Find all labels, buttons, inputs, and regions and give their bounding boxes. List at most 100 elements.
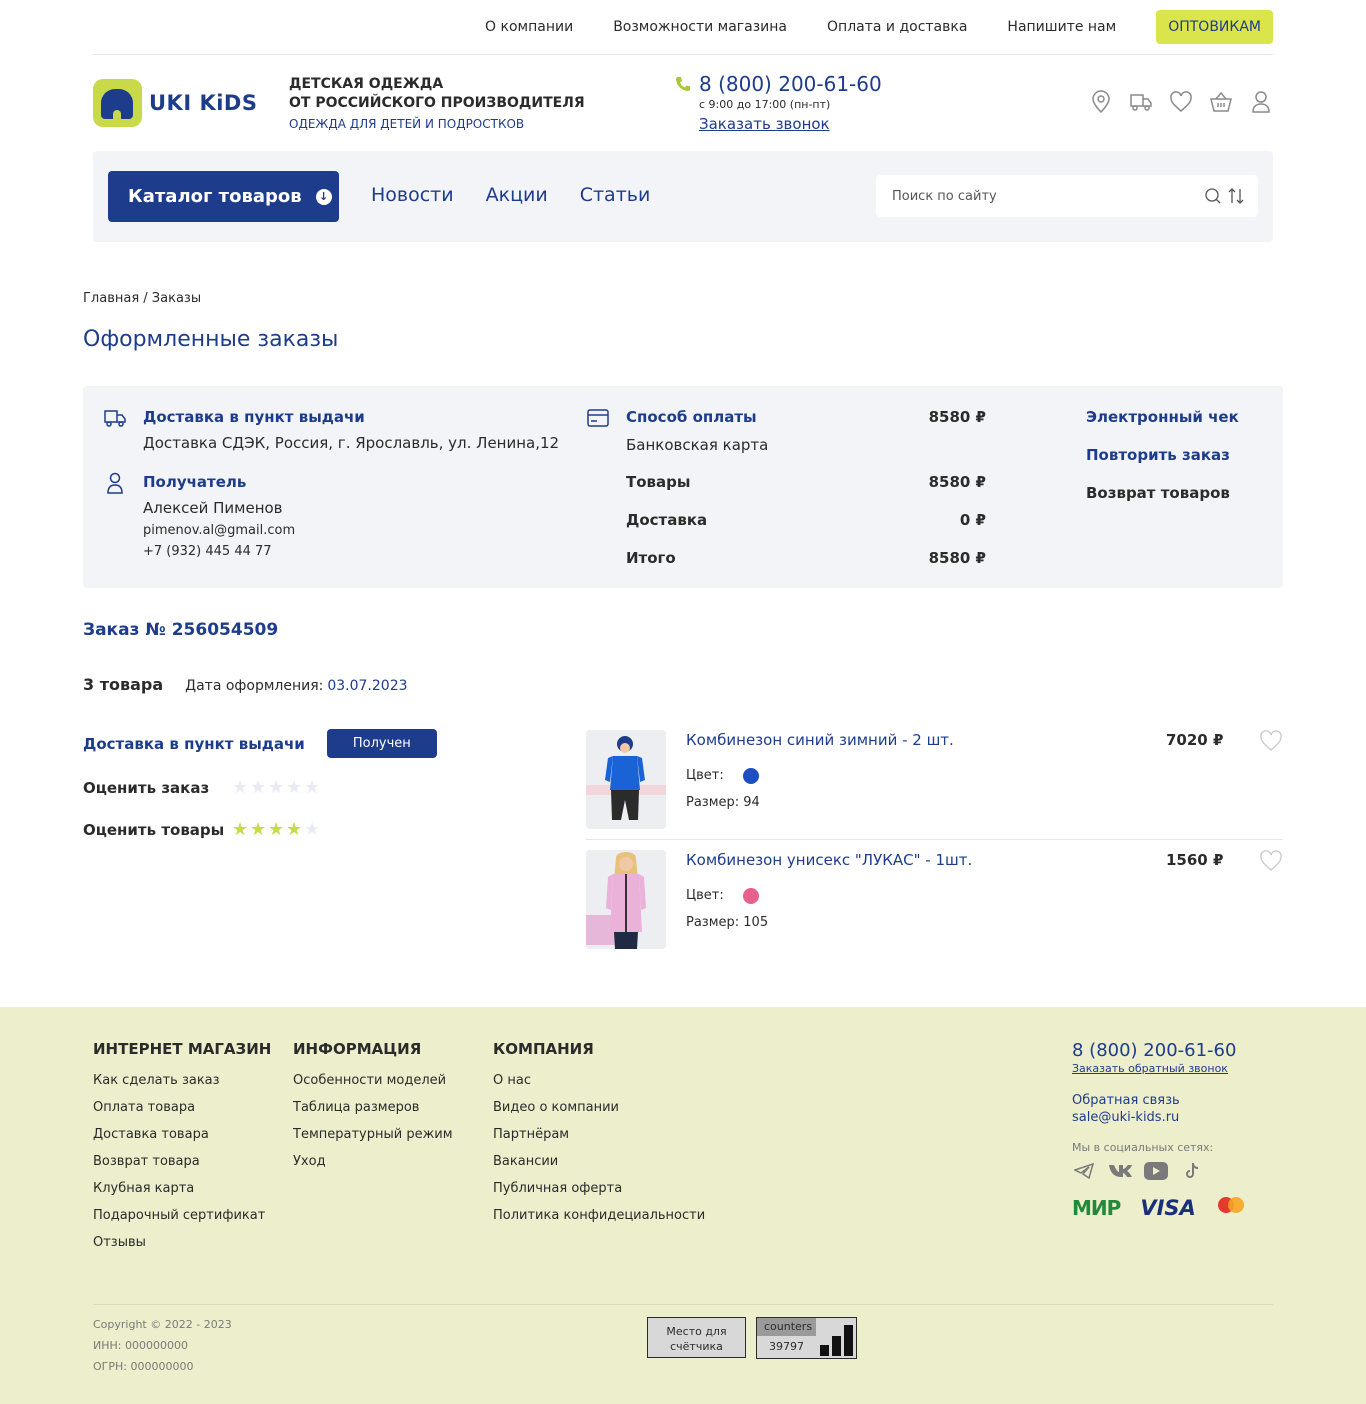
user-icon[interactable]: [1249, 90, 1273, 114]
product-price: 1560 ₽: [1166, 851, 1224, 869]
heart-icon[interactable]: [1259, 850, 1283, 874]
wholesale-button[interactable]: ОПТОВИКАМ: [1156, 10, 1273, 44]
star-icon[interactable]: ★: [250, 779, 268, 797]
visa-payment-logo: VISA: [1140, 1196, 1196, 1220]
footer-link[interactable]: Доставка товара: [93, 1126, 271, 1143]
footer-link[interactable]: Возврат товара: [93, 1153, 271, 1170]
footer-link[interactable]: Видео о компании: [493, 1099, 705, 1116]
star-icon[interactable]: ★: [304, 821, 322, 839]
footer-link[interactable]: О нас: [493, 1072, 705, 1089]
return-goods-link[interactable]: Возврат товаров: [1086, 484, 1239, 502]
star-icon[interactable]: ★: [250, 821, 268, 839]
heart-icon[interactable]: [1259, 730, 1283, 754]
footer-column-title: ИНФОРМАЦИЯ: [293, 1040, 422, 1058]
product-name[interactable]: Комбинезон синий зимний - 2 шт.: [686, 731, 954, 749]
location-icon[interactable]: [1089, 90, 1113, 114]
header-tagline: ДЕТСКАЯ ОДЕЖДА ОТ РОССИЙСКОГО ПРОИЗВОДИТ…: [289, 75, 585, 131]
counter-label: counters: [757, 1318, 816, 1336]
tagline-line-2: ОТ РОССИЙСКОГО ПРОИЗВОДИТЕЛЯ: [289, 95, 585, 111]
recipient-info: Получатель Алексей Пименов pimenov.al@gm…: [143, 473, 295, 559]
header-phone-number[interactable]: 8 (800) 200-61-60: [699, 72, 882, 96]
payment-method-value: Банковская карта: [626, 436, 769, 454]
electronic-receipt-link[interactable]: Электронный чек: [1086, 408, 1239, 426]
star-icon[interactable]: ★: [232, 821, 250, 839]
footer-link[interactable]: Уход: [293, 1153, 453, 1170]
search-placeholder: Поиск по сайту: [892, 188, 997, 204]
order-product: Комбинезон унисекс "ЛУКАС" - 1шт. 1560 ₽…: [586, 850, 1283, 960]
top-link-contact[interactable]: Напишите нам: [1007, 10, 1116, 44]
star-icon[interactable]: ★: [286, 779, 304, 797]
delivery-truck-icon[interactable]: [1129, 90, 1153, 114]
site-logo[interactable]: UKI KiDS: [93, 79, 257, 127]
order-call-link[interactable]: Заказать звонок: [699, 115, 830, 133]
nav-links: Новости Акции Статьи: [371, 184, 682, 206]
delivery-truck-icon: [103, 406, 127, 430]
footer-link[interactable]: Партнёрам: [493, 1126, 705, 1143]
footer-link[interactable]: Публичная оферта: [493, 1180, 705, 1197]
phone-icon: [675, 76, 691, 96]
sort-arrows-icon[interactable]: [1228, 187, 1244, 209]
footer-link[interactable]: Как сделать заказ: [93, 1072, 271, 1089]
rate-goods-stars[interactable]: ★ ★ ★ ★ ★: [232, 821, 322, 839]
social-label: Мы в социальных сетях:: [1072, 1141, 1214, 1154]
star-icon[interactable]: ★: [286, 821, 304, 839]
footer-link[interactable]: Отзывы: [93, 1234, 271, 1251]
visit-counter[interactable]: counters 39797: [756, 1317, 857, 1359]
footer-link[interactable]: Подарочный сертификат: [93, 1207, 271, 1224]
cart-basket-icon[interactable]: [1209, 90, 1233, 114]
star-icon[interactable]: ★: [268, 821, 286, 839]
inn-text: ИНН: 000000000: [93, 1339, 188, 1352]
nav-link-articles[interactable]: Статьи: [580, 184, 651, 206]
delivery-address: Доставка СДЭК, Россия, г. Ярославль, ул.…: [143, 434, 560, 452]
footer-link[interactable]: Политика конфидециальности: [493, 1207, 705, 1224]
footer-link[interactable]: Вакансии: [493, 1153, 705, 1170]
product-color-swatch: [743, 768, 759, 784]
star-icon[interactable]: ★: [268, 779, 286, 797]
recipient-phone: +7 (932) 445 44 77: [143, 544, 272, 559]
vk-icon[interactable]: [1108, 1162, 1132, 1180]
summary-row-value: 8580 ₽: [928, 549, 986, 567]
user-icon: [103, 471, 127, 495]
nav-link-news[interactable]: Новости: [371, 184, 454, 206]
tagline-line-3: ОДЕЖДА ДЛЯ ДЕТЕЙ И ПОДРОСТКОВ: [289, 117, 525, 131]
footer-divider: [93, 1304, 1273, 1305]
rate-order-stars[interactable]: ★ ★ ★ ★ ★: [232, 779, 322, 797]
feedback-link[interactable]: Обратная связь: [1072, 1093, 1246, 1108]
top-link-features[interactable]: Возможности магазина: [613, 10, 787, 44]
top-link-about[interactable]: О компании: [485, 10, 573, 44]
product-size: Размер: 94: [686, 795, 760, 810]
footer-link[interactable]: Особенности моделей: [293, 1072, 453, 1089]
star-icon[interactable]: ★: [304, 779, 322, 797]
top-link-payment-delivery[interactable]: Оплата и доставка: [827, 10, 967, 44]
breadcrumb[interactable]: Главная / Заказы: [83, 291, 201, 306]
footer-link[interactable]: Температурный режим: [293, 1126, 453, 1143]
nav-link-promotions[interactable]: Акции: [486, 184, 548, 206]
payment-method-row: Способ оплаты 8580 ₽: [626, 408, 986, 426]
footer-link[interactable]: Клубная карта: [93, 1180, 271, 1197]
footer-link[interactable]: Таблица размеров: [293, 1099, 453, 1116]
product-image[interactable]: [586, 850, 666, 949]
tiktok-icon[interactable]: [1180, 1162, 1204, 1180]
order-product: Комбинезон синий зимний - 2 шт. 7020 ₽ Ц…: [586, 730, 1283, 840]
status-badge: Получен: [326, 729, 437, 758]
counter-bars-icon: [820, 1325, 853, 1356]
catalog-button[interactable]: Каталог товаров ↓: [108, 171, 339, 222]
telegram-icon[interactable]: [1072, 1162, 1096, 1180]
search-icon[interactable]: [1204, 187, 1222, 209]
youtube-icon[interactable]: [1144, 1162, 1168, 1180]
star-icon[interactable]: ★: [232, 779, 250, 797]
footer-contacts: 8 (800) 200-61-60 Заказать обратный звон…: [1072, 1040, 1246, 1220]
product-size: Размер: 105: [686, 915, 769, 930]
footer-link[interactable]: Оплата товара: [93, 1099, 271, 1116]
payment-total: 8580 ₽: [928, 408, 986, 426]
footer-phone[interactable]: 8 (800) 200-61-60: [1072, 1040, 1246, 1061]
product-name[interactable]: Комбинезон унисекс "ЛУКАС" - 1шт.: [686, 851, 972, 869]
product-image[interactable]: [586, 730, 666, 829]
footer-callback-link[interactable]: Заказать обратный звонок: [1072, 1062, 1246, 1075]
footer-email[interactable]: sale@uki-kids.ru: [1072, 1110, 1246, 1125]
repeat-order-link[interactable]: Повторить заказ: [1086, 446, 1239, 464]
search-input[interactable]: Поиск по сайту: [876, 175, 1258, 217]
favorites-heart-icon[interactable]: [1169, 90, 1193, 114]
rate-order-label: Оценить заказ: [83, 779, 210, 797]
top-navigation: О компании Возможности магазина Оплата и…: [93, 0, 1273, 55]
